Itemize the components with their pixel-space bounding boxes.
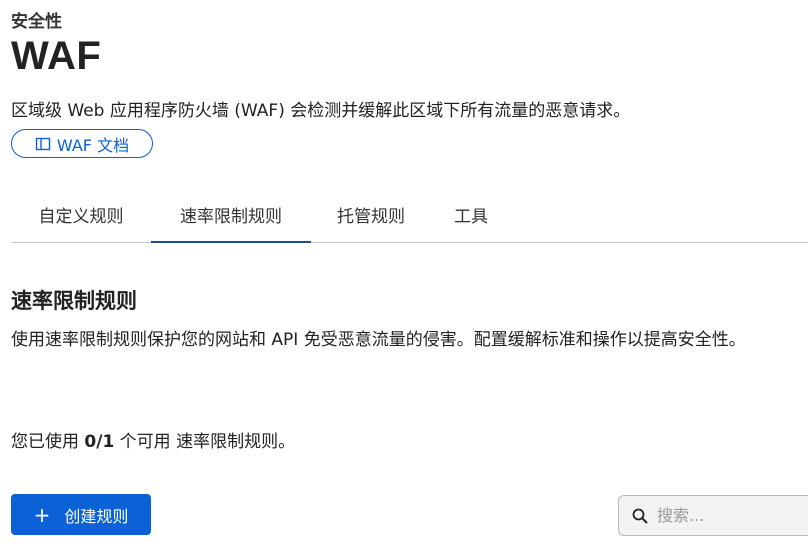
tab-label: 托管规则: [337, 206, 405, 227]
search-input[interactable]: [655, 505, 799, 526]
tab-rate-limiting-rules[interactable]: 速率限制规则: [151, 186, 311, 243]
section-description: 使用速率限制规则保护您的网站和 API 免受恶意流量的侵害。配置缓解标准和操作以…: [11, 330, 746, 350]
waf-docs-link[interactable]: WAF 文档: [11, 129, 153, 158]
book-icon: [35, 136, 51, 152]
create-rule-button[interactable]: + 创建规则: [11, 494, 151, 535]
waf-page: 安全性 WAF 区域级 Web 应用程序防火墙 (WAF) 会检测并缓解此区域下…: [0, 0, 808, 548]
tab-tools[interactable]: 工具: [431, 186, 511, 242]
rules-tabs: 自定义规则 速率限制规则 托管规则 工具: [11, 186, 808, 243]
tab-label: 自定义规则: [38, 206, 124, 227]
page-title: WAF: [11, 34, 102, 78]
tab-custom-rules[interactable]: 自定义规则: [11, 186, 151, 242]
create-rule-label: 创建规则: [64, 506, 129, 526]
tab-label: 速率限制规则: [180, 206, 282, 227]
usage-suffix: 个可用 速率限制规则。: [114, 432, 296, 452]
usage-prefix: 您已使用: [11, 432, 85, 452]
tab-managed-rules[interactable]: 托管规则: [311, 186, 431, 242]
usage-text: 您已使用 0/1 个可用 速率限制规则。: [11, 427, 295, 452]
waf-docs-label: WAF 文档: [56, 135, 130, 155]
breadcrumb[interactable]: 安全性: [11, 7, 62, 32]
tab-label: 工具: [454, 206, 488, 227]
usage-count: 0/1: [84, 432, 115, 452]
page-description: 区域级 Web 应用程序防火墙 (WAF) 会检测并缓解此区域下所有流量的恶意请…: [11, 101, 631, 121]
plus-icon: +: [33, 502, 51, 527]
search-icon: [631, 507, 649, 525]
search-box[interactable]: [618, 495, 808, 536]
section-title: 速率限制规则: [11, 289, 137, 313]
